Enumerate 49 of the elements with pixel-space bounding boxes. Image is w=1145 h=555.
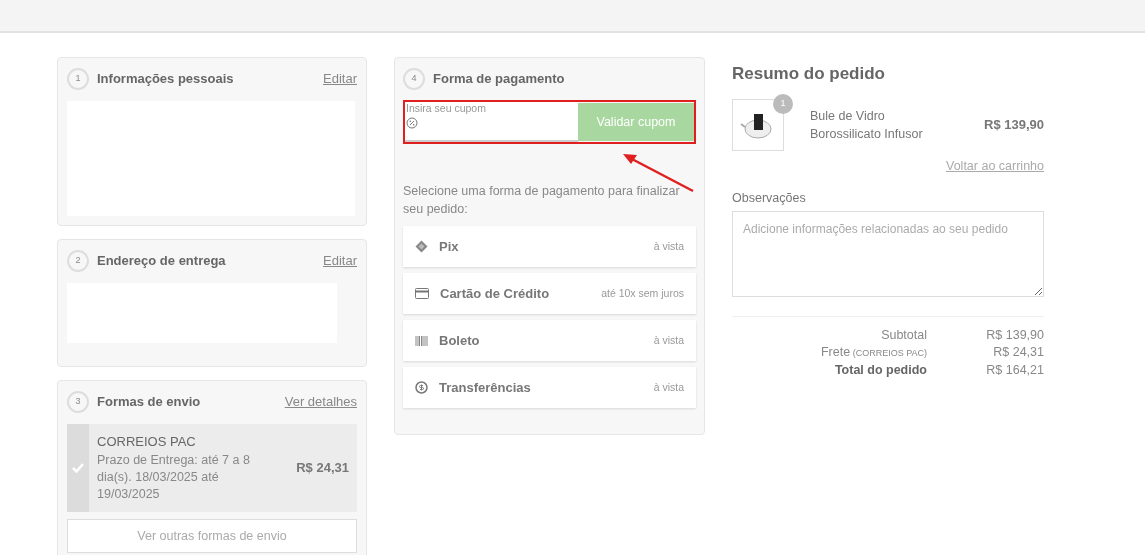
total-label: Subtotal	[880, 327, 927, 344]
payment-terms: à vista	[653, 332, 684, 348]
shipping-name: CORREIOS PAC	[97, 433, 197, 451]
product-name: Bule de Vidro Borossilicato Infusor	[810, 107, 924, 143]
payment-instruction: Selecione uma forma de pagamento para finalizar seu pedido:	[403, 183, 681, 218]
step-number: 3	[67, 391, 89, 413]
shipping-price: R$ 24,31	[296, 459, 350, 478]
product-price: R$ 139,90	[983, 115, 1044, 134]
step-link[interactable]: Ver detalhes	[284, 392, 357, 412]
payment-method-label: Cartão de Crédito	[440, 284, 551, 303]
credit-card-icon	[415, 288, 429, 299]
step-number: 4	[403, 68, 425, 90]
step-title: Informações pessoais	[97, 70, 235, 89]
payment-method-label: Boleto	[439, 331, 481, 350]
total-value: R$ 139,90	[985, 327, 1044, 344]
total-value: R$ 164,21	[985, 362, 1044, 379]
payment-terms: até 10x sem juros	[601, 285, 684, 301]
total-label: Frete (CORREIOS PAC)	[819, 344, 927, 361]
notes-field[interactable]: Adicione informações relacionadas ao seu pedido	[732, 211, 1044, 297]
coupon-field[interactable]: Insira seu cupom	[405, 102, 578, 142]
payment-method[interactable]: Pix à vista	[403, 226, 696, 267]
step-title: Forma de pagamento	[433, 70, 566, 89]
barcode-icon	[415, 335, 428, 346]
step-title: Endereço de entrega	[97, 252, 227, 271]
summary-title: Resumo do pedido	[732, 63, 886, 85]
payment-method-label: Transferências	[439, 378, 532, 397]
quantity-badge: 1	[773, 93, 793, 114]
step-title: Formas de envio	[97, 393, 202, 412]
shipping-option[interactable]: CORREIOS PAC Prazo de Entrega: até 7 a 8 dia(s). 18/03/2025 até 19/03/2025 R$ 24,31	[67, 424, 357, 512]
check-icon	[72, 463, 84, 473]
payment-terms: à vista	[653, 238, 684, 254]
total-value: R$ 24,31	[992, 344, 1044, 361]
total-label: Total do pedido	[833, 362, 927, 379]
pix-icon	[415, 240, 428, 253]
payment-method[interactable]: Transferências à vista	[403, 367, 696, 408]
shipping-detail: Prazo de Entrega: até 7 a 8 dia(s). 18/03/2025 até 19/03/2025	[97, 451, 251, 503]
payment-method[interactable]: Cartão de Crédito até 10x sem juros	[403, 273, 696, 314]
step-link[interactable]: Editar	[323, 251, 357, 271]
payment-method-label: Pix	[439, 237, 460, 256]
step-number: 2	[67, 250, 89, 272]
step-number: 1	[67, 68, 89, 90]
other-shipping-button[interactable]: Ver outras formas de envio	[67, 519, 357, 553]
back-to-cart-link[interactable]: Voltar ao carrinho	[946, 156, 1044, 176]
coupon-label: Insira seu cupom	[406, 102, 487, 114]
coupon-icon	[406, 117, 418, 129]
payment-terms: à vista	[653, 379, 684, 395]
step-link[interactable]: Editar	[323, 69, 357, 89]
payment-method[interactable]: Boleto à vista	[403, 320, 696, 361]
notes-label: Observações	[732, 190, 807, 208]
